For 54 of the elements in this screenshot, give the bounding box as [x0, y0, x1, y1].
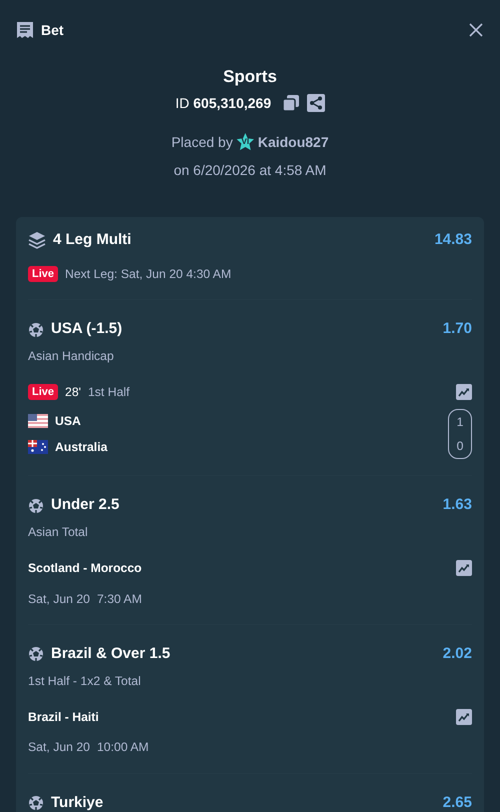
- share-button[interactable]: [306, 94, 325, 112]
- copy-button[interactable]: [282, 94, 300, 112]
- match-date: Sat, Jun 20: [28, 590, 90, 608]
- layers-icon: [28, 230, 46, 249]
- odds-value: 1.70: [442, 319, 472, 340]
- username-link[interactable]: Kaidou827: [258, 132, 329, 152]
- category-title: Sports: [223, 66, 277, 88]
- soccer-ball-icon: [28, 498, 44, 514]
- match-clock: 28': [65, 384, 81, 402]
- selection-title: Under 2.5: [51, 495, 120, 516]
- team-name: USA: [55, 413, 81, 430]
- soccer-ball-icon: [28, 646, 44, 662]
- close-icon: [468, 22, 484, 38]
- stats-button[interactable]: [456, 384, 472, 400]
- stats-button[interactable]: [456, 709, 472, 726]
- placed-by-label: Placed by: [171, 132, 233, 152]
- score-value: 0: [456, 438, 464, 455]
- market-name: 1st Half - 1x2 & Total: [28, 672, 142, 690]
- market-name: Asian Total: [28, 524, 89, 541]
- score-value: 1: [456, 414, 464, 431]
- close-button[interactable]: [468, 22, 484, 38]
- soccer-ball-icon: [28, 322, 44, 338]
- selection-title: Brazil & Over 1.5: [51, 644, 170, 664]
- placed-date: on 6/20/2026 at 4:58 AM: [174, 160, 326, 180]
- match-name: Brazil - Haiti: [28, 708, 99, 726]
- live-badge: Live: [28, 266, 58, 282]
- flag-icon: [28, 440, 48, 454]
- trend-icon: [456, 384, 472, 400]
- odds-value: 1.63: [442, 495, 472, 516]
- next-leg-text: Next Leg: Sat, Jun 20 4:30 AM: [65, 266, 232, 283]
- vip-badge: VI: [236, 133, 254, 151]
- selection-title: USA (-1.5): [51, 319, 122, 340]
- bet-id: ID 605,310,269: [175, 94, 272, 112]
- odds-value: 2.02: [442, 644, 472, 664]
- match-time: 7:30 AM: [96, 590, 142, 608]
- match-name: Scotland - Morocco: [28, 560, 142, 578]
- flag-icon: [28, 414, 48, 428]
- copy-icon: [282, 94, 300, 112]
- team-name: Australia: [55, 438, 108, 456]
- header-title: Bet: [41, 20, 64, 40]
- live-badge: Live: [28, 384, 58, 400]
- match-time: 10:00 AM: [96, 739, 149, 756]
- match-period: 1st Half: [88, 384, 130, 402]
- match-date: Sat, Jun 20: [28, 739, 90, 756]
- stats-button[interactable]: [456, 560, 472, 576]
- trend-icon: [456, 709, 472, 726]
- multi-title: 4 Leg Multi: [53, 230, 132, 250]
- odds-value: 14.83: [434, 230, 472, 250]
- share-icon: [306, 94, 325, 112]
- receipt-icon: [16, 21, 34, 39]
- selection-title: Turkiye: [51, 792, 104, 812]
- trend-icon: [456, 560, 472, 576]
- market-name: Asian Handicap: [28, 348, 115, 365]
- odds-value: 2.65: [442, 792, 472, 812]
